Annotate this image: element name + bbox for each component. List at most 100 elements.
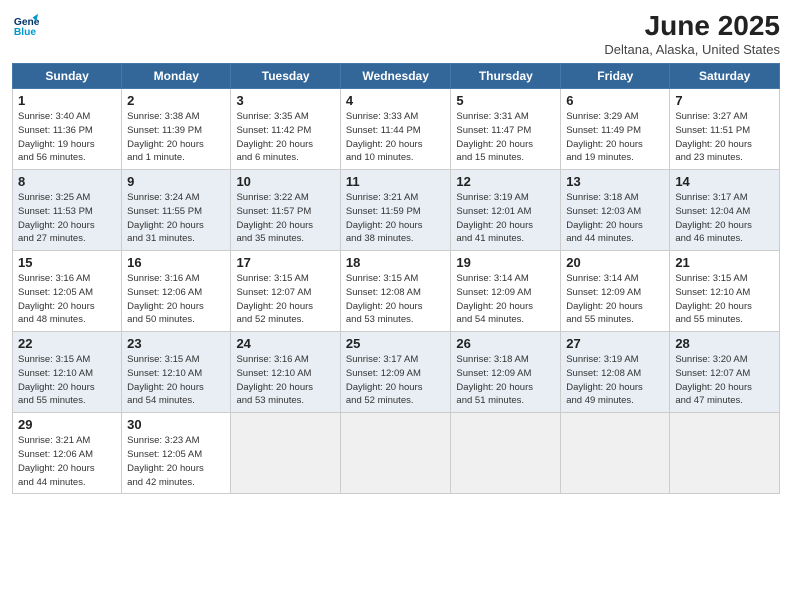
day-number: 27	[566, 336, 665, 351]
day-cell: 21Sunrise: 3:15 AMSunset: 12:10 AMDaylig…	[670, 251, 780, 332]
col-header-thursday: Thursday	[451, 64, 561, 89]
day-cell	[340, 413, 451, 494]
day-cell: 23Sunrise: 3:15 AMSunset: 12:10 AMDaylig…	[122, 332, 231, 413]
day-cell	[561, 413, 670, 494]
day-cell: 22 Sunrise: 3:15 AMSunset: 12:10 AMDaylig…	[13, 332, 122, 413]
day-info: Sunrise: 3:15 AMSunset: 12:10 AMDaylight…	[18, 353, 117, 408]
day-number: 9	[127, 174, 226, 189]
day-number: 22	[18, 336, 117, 351]
week-row-2: 8 Sunrise: 3:25 AMSunset: 11:53 PMDayligh…	[13, 170, 780, 251]
week-row-5: 29 Sunrise: 3:21 AMSunset: 12:06 AMDaylig…	[13, 413, 780, 494]
day-info: Sunrise: 3:19 AMSunset: 12:08 AMDaylight…	[566, 353, 665, 408]
day-cell: 27 Sunrise: 3:19 AMSunset: 12:08 AMDaylig…	[561, 332, 670, 413]
day-cell: 16 Sunrise: 3:16 AMSunset: 12:06 AMDaylig…	[122, 251, 231, 332]
col-header-monday: Monday	[122, 64, 231, 89]
day-info: Sunrise: 3:23 AMSunset: 12:05 AMDaylight…	[127, 434, 226, 489]
col-header-tuesday: Tuesday	[231, 64, 340, 89]
day-cell: 19 Sunrise: 3:14 AMSunset: 12:09 AMDaylig…	[451, 251, 561, 332]
day-info: Sunrise: 3:14 AMSunset: 12:09 AMDaylight…	[456, 272, 556, 327]
day-cell: 25 Sunrise: 3:17 AMSunset: 12:09 AMDaylig…	[340, 332, 451, 413]
day-info: Sunrise: 3:16 AMSunset: 12:05 AMDaylight…	[18, 272, 117, 327]
day-info: Sunrise: 3:21 AMSunset: 11:59 PMDaylight…	[346, 191, 447, 246]
day-cell: 6Sunrise: 3:29 AMSunset: 11:49 PMDayligh…	[561, 89, 670, 170]
day-info: Sunrise: 3:18 AMSunset: 12:03 AMDaylight…	[566, 191, 665, 246]
day-cell: 20Sunrise: 3:14 AMSunset: 12:09 AMDaylig…	[561, 251, 670, 332]
day-cell: 13 Sunrise: 3:18 AMSunset: 12:03 AMDaylig…	[561, 170, 670, 251]
day-number: 26	[456, 336, 556, 351]
day-cell: 24 Sunrise: 3:16 AMSunset: 12:10 AMDaylig…	[231, 332, 340, 413]
day-info: Sunrise: 3:16 AMSunset: 12:06 AMDaylight…	[127, 272, 226, 327]
week-row-4: 22 Sunrise: 3:15 AMSunset: 12:10 AMDaylig…	[13, 332, 780, 413]
title-block: June 2025 Deltana, Alaska, United States	[604, 10, 780, 57]
day-info: Sunrise: 3:24 AMSunset: 11:55 PMDaylight…	[127, 191, 226, 246]
day-number: 12	[456, 174, 556, 189]
day-number: 19	[456, 255, 556, 270]
day-cell: 30 Sunrise: 3:23 AMSunset: 12:05 AMDaylig…	[122, 413, 231, 494]
day-info: Sunrise: 3:15 AMSunset: 12:10 AMDaylight…	[675, 272, 775, 327]
day-cell: 3 Sunrise: 3:35 AMSunset: 11:42 PMDayligh…	[231, 89, 340, 170]
day-cell: 2 Sunrise: 3:38 AMSunset: 11:39 PMDayligh…	[122, 89, 231, 170]
day-number: 2	[127, 93, 226, 108]
day-number: 1	[18, 93, 117, 108]
day-info: Sunrise: 3:17 AMSunset: 12:09 AMDaylight…	[346, 353, 447, 408]
day-info: Sunrise: 3:31 AMSunset: 11:47 PMDaylight…	[456, 110, 556, 165]
header: General Blue June 2025 Deltana, Alaska, …	[12, 10, 780, 57]
location-subtitle: Deltana, Alaska, United States	[604, 42, 780, 57]
day-number: 7	[675, 93, 775, 108]
day-cell: 15 Sunrise: 3:16 AMSunset: 12:05 AMDaylig…	[13, 251, 122, 332]
week-row-3: 15 Sunrise: 3:16 AMSunset: 12:05 AMDaylig…	[13, 251, 780, 332]
day-cell: 17 Sunrise: 3:15 AMSunset: 12:07 AMDaylig…	[231, 251, 340, 332]
day-info: Sunrise: 3:15 AMSunset: 12:07 AMDaylight…	[236, 272, 335, 327]
svg-text:Blue: Blue	[14, 27, 37, 38]
day-cell: 26 Sunrise: 3:18 AMSunset: 12:09 AMDaylig…	[451, 332, 561, 413]
day-number: 10	[236, 174, 335, 189]
day-number: 5	[456, 93, 556, 108]
day-cell: 4Sunrise: 3:33 AMSunset: 11:44 PMDayligh…	[340, 89, 451, 170]
day-info: Sunrise: 3:21 AMSunset: 12:06 AMDaylight…	[18, 434, 117, 489]
day-info: Sunrise: 3:33 AMSunset: 11:44 PMDaylight…	[346, 110, 447, 165]
day-number: 6	[566, 93, 665, 108]
day-number: 29	[18, 417, 117, 432]
day-info: Sunrise: 3:25 AMSunset: 11:53 PMDaylight…	[18, 191, 117, 246]
day-info: Sunrise: 3:15 AMSunset: 12:08 AMDaylight…	[346, 272, 447, 327]
day-cell: 18 Sunrise: 3:15 AMSunset: 12:08 AMDaylig…	[340, 251, 451, 332]
day-number: 25	[346, 336, 447, 351]
day-cell	[451, 413, 561, 494]
day-number: 18	[346, 255, 447, 270]
day-number: 11	[346, 174, 447, 189]
day-info: Sunrise: 3:35 AMSunset: 11:42 PMDaylight…	[236, 110, 335, 165]
day-cell: 28Sunrise: 3:20 AMSunset: 12:07 AMDaylig…	[670, 332, 780, 413]
logo-icon: General Blue	[12, 10, 40, 38]
day-number: 8	[18, 174, 117, 189]
day-cell: 7Sunrise: 3:27 AMSunset: 11:51 PMDayligh…	[670, 89, 780, 170]
day-cell: 10Sunrise: 3:22 AMSunset: 11:57 PMDaylig…	[231, 170, 340, 251]
day-number: 24	[236, 336, 335, 351]
day-info: Sunrise: 3:18 AMSunset: 12:09 AMDaylight…	[456, 353, 556, 408]
day-cell: 9 Sunrise: 3:24 AMSunset: 11:55 PMDayligh…	[122, 170, 231, 251]
calendar-container: General Blue June 2025 Deltana, Alaska, …	[0, 0, 792, 612]
day-cell: 12 Sunrise: 3:19 AMSunset: 12:01 AMDaylig…	[451, 170, 561, 251]
calendar-table: SundayMondayTuesdayWednesdayThursdayFrid…	[12, 63, 780, 494]
day-number: 3	[236, 93, 335, 108]
col-header-friday: Friday	[561, 64, 670, 89]
day-number: 16	[127, 255, 226, 270]
day-info: Sunrise: 3:16 AMSunset: 12:10 AMDaylight…	[236, 353, 335, 408]
day-number: 15	[18, 255, 117, 270]
day-cell	[231, 413, 340, 494]
day-cell: 1Sunrise: 3:40 AMSunset: 11:36 PMDayligh…	[13, 89, 122, 170]
col-header-sunday: Sunday	[13, 64, 122, 89]
day-number: 17	[236, 255, 335, 270]
day-info: Sunrise: 3:19 AMSunset: 12:01 AMDaylight…	[456, 191, 556, 246]
day-info: Sunrise: 3:17 AMSunset: 12:04 AMDaylight…	[675, 191, 775, 246]
day-number: 13	[566, 174, 665, 189]
day-number: 23	[127, 336, 226, 351]
day-info: Sunrise: 3:38 AMSunset: 11:39 PMDaylight…	[127, 110, 226, 165]
day-number: 30	[127, 417, 226, 432]
day-cell: 5 Sunrise: 3:31 AMSunset: 11:47 PMDayligh…	[451, 89, 561, 170]
day-cell: 14Sunrise: 3:17 AMSunset: 12:04 AMDaylig…	[670, 170, 780, 251]
logo: General Blue	[12, 10, 40, 38]
day-headers: SundayMondayTuesdayWednesdayThursdayFrid…	[13, 64, 780, 89]
day-cell: 11 Sunrise: 3:21 AMSunset: 11:59 PMDaylig…	[340, 170, 451, 251]
week-row-1: 1Sunrise: 3:40 AMSunset: 11:36 PMDayligh…	[13, 89, 780, 170]
day-cell	[670, 413, 780, 494]
